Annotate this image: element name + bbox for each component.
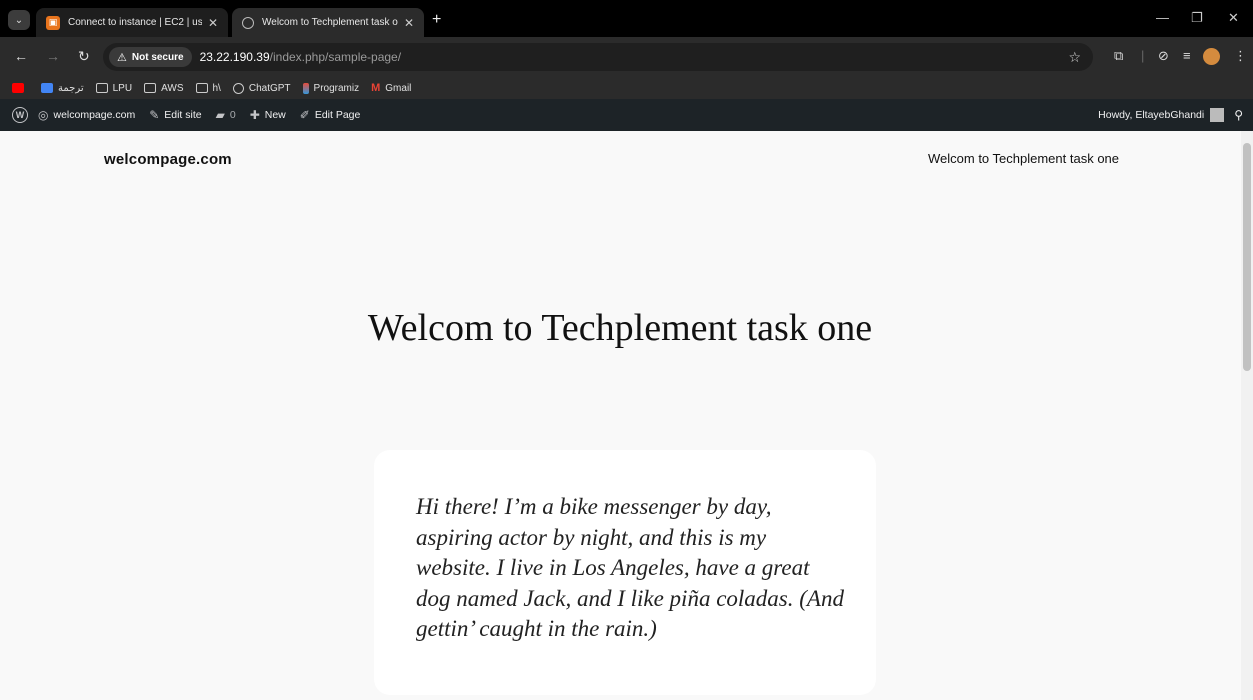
- reading-list-icon[interactable]: ≡: [1183, 49, 1191, 63]
- folder-icon: [144, 83, 157, 93]
- profile-avatar[interactable]: [1203, 48, 1220, 65]
- bookmarks-bar: ترجمة LPU AWS h\ ChatGPT Programiz M Gmai…: [0, 77, 1253, 99]
- comments-link[interactable]: ▰ 0: [216, 108, 236, 122]
- wp-admin-bar: W ◎ welcompage.com ✎ Edit site ▰ 0 ✚ New ✐ Ed…: [0, 99, 1253, 131]
- dashboard-icon: ◎: [38, 108, 49, 122]
- edit-site-link[interactable]: ✎ Edit site: [149, 108, 201, 122]
- user-avatar[interactable]: [1210, 108, 1225, 122]
- bookmark-chatgpt[interactable]: ChatGPT: [232, 82, 291, 94]
- tab-title: Welcom to Techplement task on: [262, 17, 398, 28]
- scrollbar-thumb[interactable]: [1243, 143, 1251, 371]
- minimize-button[interactable]: —: [1156, 10, 1169, 25]
- tab-welcom[interactable]: Welcom to Techplement task on ✕: [232, 8, 424, 37]
- bookmark-gmail[interactable]: M Gmail: [371, 82, 411, 94]
- back-button[interactable]: ←: [14, 49, 28, 63]
- translate-icon: [41, 83, 53, 93]
- close-icon[interactable]: ✕: [404, 16, 414, 30]
- wordpress-logo-icon[interactable]: W: [12, 107, 28, 123]
- address-bar[interactable]: ⚠ Not secure 23.22.190.39/index.php/samp…: [103, 43, 1093, 71]
- new-content-link[interactable]: ✚ New: [250, 108, 286, 122]
- howdy-user-link[interactable]: Howdy, EltayebGhandi: [1098, 109, 1204, 121]
- quote-card: Hi there! I’m a bike messenger by day, a…: [374, 450, 876, 695]
- search-icon[interactable]: ⚲: [1234, 108, 1243, 122]
- comment-icon: ▰: [215, 108, 225, 122]
- tab-title: Connect to instance | EC2 | us-e: [68, 17, 202, 28]
- url-host: 23.22.190.39: [199, 50, 270, 64]
- site-title-link[interactable]: welcompage.com: [104, 151, 232, 168]
- menu-dots-icon[interactable]: ⋮: [1234, 49, 1247, 63]
- folder-icon: [195, 83, 208, 93]
- plus-icon: ✚: [249, 108, 260, 122]
- extensions-icon[interactable]: ⧉: [1114, 49, 1123, 63]
- bookmark-aws[interactable]: AWS: [144, 83, 184, 94]
- reload-icon: ↻: [78, 48, 90, 64]
- security-chip[interactable]: ⚠ Not secure: [109, 47, 192, 67]
- url-path: /index.php/sample-page/: [269, 50, 402, 64]
- edit-page-link[interactable]: ✐ Edit Page: [300, 108, 361, 122]
- window-close-button[interactable]: ✕: [1228, 10, 1239, 26]
- page-scrollbar[interactable]: [1241, 131, 1253, 700]
- nav-page-link[interactable]: Welcom to Techplement task one: [928, 151, 1119, 166]
- warning-icon: ⚠: [117, 51, 127, 64]
- browser-toolbar: ← → ↻ ⚠ Not secure 23.22.190.39/index.ph…: [0, 37, 1253, 77]
- globe-icon: [242, 16, 254, 29]
- bookmark-youtube[interactable]: [12, 83, 29, 93]
- toolbar-divider: |: [1141, 48, 1145, 63]
- close-icon[interactable]: ✕: [208, 16, 218, 30]
- arrow-left-icon: ←: [14, 48, 28, 64]
- programiz-icon: [302, 82, 309, 94]
- youtube-icon: [12, 83, 24, 93]
- tab-strip: ⌄ ▣ Connect to instance | EC2 | us-e ✕ W…: [0, 0, 1253, 37]
- bookmark-h[interactable]: h\: [195, 83, 221, 94]
- chatgpt-icon: [232, 82, 244, 94]
- quote-text: Hi there! I’m a bike messenger by day, a…: [416, 494, 844, 641]
- bookmark-lpu[interactable]: LPU: [95, 83, 132, 94]
- restore-button[interactable]: ❐: [1191, 10, 1203, 26]
- extension-icon[interactable]: ⊘: [1158, 49, 1169, 63]
- tab-search-button[interactable]: ⌄: [8, 10, 30, 30]
- admin-site-link[interactable]: ◎ welcompage.com: [38, 108, 135, 122]
- tab-ec2[interactable]: ▣ Connect to instance | EC2 | us-e ✕: [36, 8, 228, 37]
- folder-icon: [95, 83, 108, 93]
- arrow-right-icon: →: [46, 48, 60, 64]
- bookmark-programiz[interactable]: Programiz: [302, 82, 359, 94]
- page-title: Welcom to Techplement task one: [367, 307, 873, 349]
- page-content: welcompage.com Welcom to Techplement tas…: [0, 131, 1241, 700]
- star-icon[interactable]: ☆: [1068, 49, 1081, 66]
- brush-icon: ✎: [149, 108, 160, 122]
- aws-favicon-icon: ▣: [46, 15, 60, 30]
- chevron-down-icon: ⌄: [14, 14, 24, 26]
- pencil-icon: ✐: [299, 108, 310, 122]
- bookmark-translate[interactable]: ترجمة: [41, 83, 84, 94]
- forward-button[interactable]: →: [46, 49, 60, 63]
- reload-button[interactable]: ↻: [78, 49, 90, 63]
- new-tab-button[interactable]: +: [432, 12, 441, 28]
- gmail-icon: M: [371, 82, 381, 94]
